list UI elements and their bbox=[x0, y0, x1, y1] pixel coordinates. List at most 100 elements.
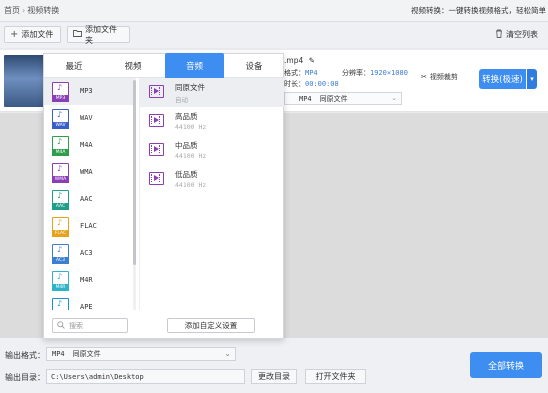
breadcrumb-separator: › bbox=[22, 6, 26, 15]
plus-icon: + bbox=[10, 28, 19, 40]
format-label: 格式： bbox=[284, 69, 305, 77]
add-file-label: 添加文件 bbox=[21, 30, 54, 39]
clear-list-button[interactable]: 清空列表 bbox=[490, 26, 544, 43]
format-name: AAC bbox=[80, 195, 93, 203]
quality-item[interactable]: 低品质 44100 Hz bbox=[140, 165, 284, 194]
format-item-aac[interactable]: ♪ AAC AAC bbox=[44, 186, 133, 213]
resolution-label: 分辨率： bbox=[342, 69, 370, 77]
output-format-value: MP4 bbox=[52, 350, 65, 358]
tab-audio[interactable]: 音频 bbox=[165, 53, 224, 78]
audio-file-icon: ♪APE bbox=[52, 298, 69, 310]
format-item-mp3[interactable]: ♪ MP3 MP3 bbox=[44, 78, 133, 105]
format-name: WMA bbox=[80, 168, 93, 176]
format-picker-popup: 最近 视频 音频 设备 ♪ MP3 MP3 ♪ WAV WAV ♪ M4A M4A ♪ WMA WMA… bbox=[43, 53, 284, 339]
video-clip-label: 视频裁剪 bbox=[429, 73, 458, 81]
folder-icon bbox=[73, 29, 82, 40]
tab-video[interactable]: 视频 bbox=[108, 54, 158, 77]
audio-file-icon: ♪ WMA bbox=[52, 163, 69, 183]
search-placeholder: 搜索 bbox=[69, 321, 83, 330]
quality-list: 同原文件自动高品质 44100 Hz 中品质 44100 Hz 低品质 44100 Hz bbox=[139, 78, 284, 310]
format-item-m4a[interactable]: ♪ M4A M4A bbox=[44, 132, 133, 159]
add-folder-button[interactable]: 添加文件夹 bbox=[67, 24, 130, 45]
video-clip-button[interactable]: ✂ 视频裁剪 bbox=[421, 72, 458, 82]
output-dir-label: 输出目录： bbox=[5, 373, 45, 382]
change-dir-button[interactable]: 更改目录 bbox=[251, 369, 297, 384]
convert-all-button[interactable]: 全部转换 bbox=[470, 352, 542, 378]
scrollbar-thumb[interactable] bbox=[133, 80, 136, 265]
output-dir-field[interactable]: C:\Users\admin\Desktop bbox=[46, 369, 245, 384]
output-format-select[interactable]: MP4 同原文件 ⌄ bbox=[46, 347, 236, 361]
audio-file-icon: ♪ M4R bbox=[52, 271, 69, 291]
resolution-value: 1920×1080 bbox=[370, 69, 408, 77]
add-file-button[interactable]: + 添加文件 bbox=[4, 26, 61, 43]
file-output-quality: 同原文件 bbox=[319, 94, 348, 103]
audio-file-icon: ♪ MP3 bbox=[52, 82, 69, 102]
quality-name: 中品质 bbox=[175, 141, 198, 150]
trash-icon bbox=[495, 29, 503, 41]
format-item-ac3[interactable]: ♪ AC3 AC3 bbox=[44, 240, 133, 267]
output-format-label: 输出格式： bbox=[5, 351, 45, 360]
format-name: MP3 bbox=[80, 87, 93, 95]
convert-fast-button[interactable]: 转换(极速) bbox=[479, 69, 526, 89]
page-tagline: 视频转换：一键转换视频格式，轻松简单 bbox=[411, 6, 546, 15]
file-format: 格式：MP4 bbox=[284, 68, 318, 78]
convert-options-dropdown[interactable]: ▾ bbox=[527, 69, 537, 89]
audio-file-icon: ♪ WAV bbox=[52, 109, 69, 129]
format-item-ape[interactable]: ♪APE APE bbox=[44, 294, 133, 310]
audio-file-icon: ♪ AC3 bbox=[52, 244, 69, 264]
film-icon bbox=[149, 85, 164, 98]
search-icon bbox=[57, 320, 65, 331]
quality-name: 同原文件 bbox=[175, 83, 205, 92]
file-duration: 时长：00:00:08 bbox=[284, 79, 339, 89]
format-item-flac[interactable]: ♪ FLAC FLAC bbox=[44, 213, 133, 240]
breadcrumb-home[interactable]: 首页 bbox=[4, 6, 20, 15]
format-item-m4r[interactable]: ♪ M4R M4R bbox=[44, 267, 133, 294]
title-bar: 首页 › 视频转换 视频转换：一键转换视频格式，轻松简单 bbox=[0, 0, 548, 22]
duration-label: 时长： bbox=[284, 80, 305, 88]
caret-down-icon: ▾ bbox=[530, 75, 534, 83]
format-name: M4A bbox=[80, 141, 93, 149]
quality-sample-rate: 44100 Hz bbox=[175, 152, 207, 160]
file-output-format-select[interactable]: MP4 同原文件 ⌄ bbox=[284, 92, 402, 105]
quality-sample-rate: 44100 Hz bbox=[175, 181, 207, 189]
add-custom-setting-button[interactable]: 添加自定义设置 bbox=[167, 318, 255, 333]
quality-item[interactable]: 高品质 44100 Hz bbox=[140, 107, 284, 136]
film-icon bbox=[149, 143, 164, 156]
breadcrumb: 首页 › 视频转换 bbox=[4, 5, 59, 16]
film-icon bbox=[149, 114, 164, 127]
quality-sample-rate: 44100 Hz bbox=[175, 123, 207, 131]
open-folder-button[interactable]: 打开文件夹 bbox=[305, 369, 366, 384]
quality-item[interactable]: 同原文件 自动 bbox=[140, 78, 284, 107]
format-name: M4R bbox=[80, 276, 93, 284]
format-value: MP4 bbox=[305, 69, 318, 77]
clear-list-label: 清空列表 bbox=[506, 30, 538, 39]
tab-recent[interactable]: 最近 bbox=[50, 54, 98, 77]
quality-name: 低品质 bbox=[175, 170, 198, 179]
toolbar: + 添加文件 添加文件夹 清空列表 bbox=[0, 22, 548, 48]
duration-value: 00:00:08 bbox=[305, 80, 339, 88]
format-name: APE bbox=[80, 303, 93, 310]
format-item-wma[interactable]: ♪ WMA WMA bbox=[44, 159, 133, 186]
quality-sample-rate: 自动 bbox=[175, 96, 188, 104]
tab-device[interactable]: 设备 bbox=[230, 54, 278, 77]
format-tabs: 最近 视频 音频 设备 bbox=[44, 53, 283, 78]
format-list-scrollbar[interactable] bbox=[133, 78, 136, 310]
format-name: AC3 bbox=[80, 249, 93, 257]
film-icon bbox=[149, 172, 164, 185]
edit-pencil-icon[interactable]: ✎ bbox=[309, 56, 315, 65]
file-resolution: 分辨率：1920×1080 bbox=[342, 68, 408, 78]
format-name: FLAC bbox=[80, 222, 97, 230]
file-output-format: MP4 bbox=[299, 94, 312, 103]
chevron-down-icon: ⌄ bbox=[224, 349, 231, 358]
breadcrumb-current: 视频转换 bbox=[27, 6, 60, 15]
format-item-wav[interactable]: ♪ WAV WAV bbox=[44, 105, 133, 132]
add-folder-label: 添加文件夹 bbox=[85, 24, 117, 45]
quality-item[interactable]: 中品质 44100 Hz bbox=[140, 136, 284, 165]
output-format-quality: 同原文件 bbox=[72, 350, 101, 358]
chevron-down-icon: ⌄ bbox=[391, 94, 397, 102]
audio-file-icon: ♪ FLAC bbox=[52, 217, 69, 237]
scissors-icon: ✂ bbox=[421, 73, 427, 81]
format-search-input[interactable]: 搜索 bbox=[52, 318, 128, 333]
file-name-text: .mp4 bbox=[284, 56, 304, 65]
quality-name: 高品质 bbox=[175, 112, 198, 121]
